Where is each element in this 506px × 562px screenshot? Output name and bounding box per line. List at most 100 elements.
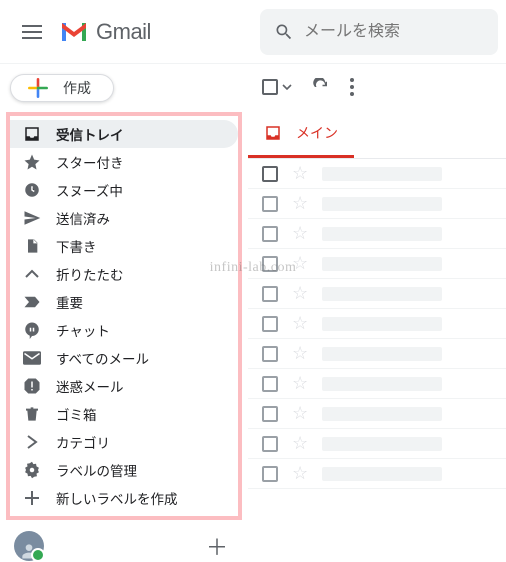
row-star-icon[interactable]: ☆ (292, 343, 308, 364)
mail-row[interactable]: ☆ (248, 219, 506, 249)
row-star-icon[interactable]: ☆ (292, 163, 308, 184)
row-sender-redacted (322, 257, 442, 271)
sidebar-item-label: ラベルの管理 (56, 460, 137, 480)
mail-row[interactable]: ☆ (248, 279, 506, 309)
mail-row[interactable]: ☆ (248, 459, 506, 489)
sidebar-item-label: ゴミ箱 (56, 404, 97, 424)
hamburger-icon (22, 25, 42, 39)
row-sender-redacted (322, 287, 442, 301)
mail-row[interactable]: ☆ (248, 339, 506, 369)
row-checkbox[interactable] (262, 256, 278, 272)
sidebar-item-11[interactable]: カテゴリ (10, 428, 238, 456)
row-star-icon[interactable]: ☆ (292, 403, 308, 424)
sidebar-item-6[interactable]: 重要 (10, 288, 238, 316)
row-star-icon[interactable]: ☆ (292, 313, 308, 334)
row-checkbox[interactable] (262, 286, 278, 302)
refresh-button[interactable] (312, 78, 330, 96)
sidebar-item-label: 下書き (56, 236, 97, 256)
compose-label: 作成 (63, 78, 91, 98)
sidebar-item-5[interactable]: 折りたたむ (10, 260, 238, 288)
sidebar-item-0[interactable]: 受信トレイ (10, 120, 238, 148)
row-checkbox[interactable] (262, 436, 278, 452)
sidebar-nav-highlighted: 受信トレイスター付きスヌーズ中送信済み下書き折りたたむ重要チャットすべてのメール… (6, 112, 242, 520)
row-checkbox[interactable] (262, 196, 278, 212)
mail-row[interactable]: ☆ (248, 159, 506, 189)
sidebar-item-13[interactable]: 新しいラベルを作成 (10, 484, 238, 512)
person-icon (19, 541, 39, 561)
row-sender-redacted (322, 437, 442, 451)
more-button[interactable] (350, 78, 354, 96)
row-star-icon[interactable]: ☆ (292, 193, 308, 214)
row-checkbox[interactable] (262, 406, 278, 422)
row-star-icon[interactable]: ☆ (292, 463, 308, 484)
sidebar-item-label: 新しいラベルを作成 (56, 488, 178, 508)
clock-icon (22, 181, 42, 199)
row-checkbox[interactable] (262, 346, 278, 362)
row-sender-redacted (322, 467, 442, 481)
sidebar-item-4[interactable]: 下書き (10, 232, 238, 260)
star-icon (22, 153, 42, 171)
row-checkbox[interactable] (262, 226, 278, 242)
sidebar-item-label: 迷惑メール (56, 376, 124, 396)
sidebar-item-label: チャット (56, 320, 110, 340)
mail-row[interactable]: ☆ (248, 369, 506, 399)
settings-icon (22, 461, 42, 479)
sidebar-item-8[interactable]: すべてのメール (10, 344, 238, 372)
sidebar-item-label: 重要 (56, 292, 83, 312)
hangouts-avatar[interactable] (14, 531, 44, 561)
compose-plus-icon (25, 75, 51, 101)
new-chat-button[interactable]: ＋ (206, 530, 228, 562)
row-checkbox[interactable] (262, 466, 278, 482)
row-sender-redacted (322, 167, 442, 181)
tab-primary[interactable]: メイン (248, 110, 354, 158)
sidebar-item-label: 受信トレイ (56, 124, 124, 144)
chat-icon (22, 321, 42, 339)
sidebar-item-label: 送信済み (56, 208, 110, 228)
sidebar-item-10[interactable]: ゴミ箱 (10, 400, 238, 428)
inbox-tab-icon (264, 124, 282, 142)
row-checkbox[interactable] (262, 166, 278, 182)
row-star-icon[interactable]: ☆ (292, 223, 308, 244)
more-vert-icon (350, 78, 354, 96)
sidebar-item-label: スヌーズ中 (56, 180, 123, 200)
sidebar-item-9[interactable]: 迷惑メール (10, 372, 238, 400)
refresh-icon (312, 78, 330, 96)
draft-icon (22, 237, 42, 255)
sidebar-item-3[interactable]: 送信済み (10, 204, 238, 232)
row-checkbox[interactable] (262, 376, 278, 392)
trash-icon (22, 405, 42, 423)
sidebar-item-12[interactable]: ラベルの管理 (10, 456, 238, 484)
inbox-icon (22, 125, 42, 143)
mail-row[interactable]: ☆ (248, 189, 506, 219)
row-sender-redacted (322, 347, 442, 361)
row-sender-redacted (322, 197, 442, 211)
row-star-icon[interactable]: ☆ (292, 253, 308, 274)
row-star-icon[interactable]: ☆ (292, 433, 308, 454)
search-input[interactable] (304, 23, 464, 41)
mail-row[interactable]: ☆ (248, 309, 506, 339)
select-all-checkbox[interactable] (262, 79, 292, 95)
sidebar-item-7[interactable]: チャット (10, 316, 238, 344)
sidebar-item-label: すべてのメール (56, 348, 149, 368)
row-checkbox[interactable] (262, 316, 278, 332)
spam-icon (22, 377, 42, 395)
sidebar-item-1[interactable]: スター付き (10, 148, 238, 176)
mail-row[interactable]: ☆ (248, 429, 506, 459)
compose-button[interactable]: 作成 (10, 74, 114, 102)
row-star-icon[interactable]: ☆ (292, 373, 308, 394)
category-icon (22, 434, 42, 450)
main-menu-button[interactable] (8, 8, 56, 56)
mail-row[interactable]: ☆ (248, 249, 506, 279)
row-sender-redacted (322, 317, 442, 331)
gmail-logo[interactable]: Gmail (60, 19, 151, 45)
row-star-icon[interactable]: ☆ (292, 283, 308, 304)
sidebar-item-label: スター付き (56, 152, 124, 172)
row-sender-redacted (322, 377, 442, 391)
search-bar[interactable] (260, 9, 498, 55)
row-sender-redacted (322, 407, 442, 421)
tab-label: メイン (296, 123, 338, 143)
mail-row[interactable]: ☆ (248, 399, 506, 429)
send-icon (22, 209, 42, 227)
row-sender-redacted (322, 227, 442, 241)
sidebar-item-2[interactable]: スヌーズ中 (10, 176, 238, 204)
